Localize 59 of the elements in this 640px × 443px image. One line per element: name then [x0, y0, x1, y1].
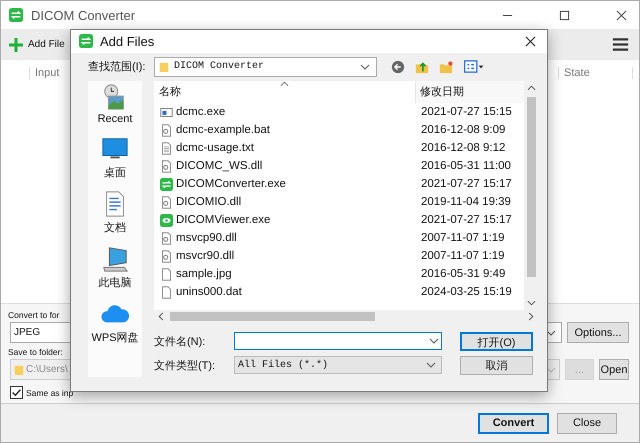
- file-row[interactable]: msvcp90.dll 2007-11-07 1:19: [154, 229, 524, 247]
- file-name: DICOMIO.dll: [176, 196, 242, 208]
- file-row[interactable]: unins000.dat 2024-03-25 15:19: [154, 283, 524, 301]
- file-date: 2007-11-07 1:19: [420, 232, 506, 244]
- file-type-dropdown[interactable]: All Files (*.*): [234, 356, 442, 374]
- file-date: 2021-07-27 15:17: [420, 214, 513, 226]
- place-item[interactable]: Recent: [98, 83, 132, 125]
- column-header[interactable]: Input: [29, 67, 60, 79]
- file-row[interactable]: sample.jpg 2016-05-31 9:49: [154, 265, 524, 283]
- file-date: 2021-07-27 15:15: [420, 106, 513, 118]
- file-row[interactable]: dcmc-usage.txt 2016-12-08 9:12: [154, 139, 524, 157]
- save-to-label: Save to folder:: [8, 347, 63, 357]
- file-row[interactable]: DICOMC_WS.dll 2016-05-31 11:00: [154, 157, 524, 175]
- file-row[interactable]: DICOMConverter.exe 2021-07-27 15:17: [154, 175, 524, 193]
- file-date: 2024-03-25 15:19: [420, 286, 513, 298]
- close-button[interactable]: Close: [557, 412, 617, 434]
- file-row[interactable]: dcmc-example.bat 2016-12-08 9:09: [154, 121, 524, 139]
- place-item[interactable]: 此电脑: [98, 245, 132, 290]
- file-name: msvcr90.dll: [176, 250, 234, 262]
- file-date: 2016-12-08 9:09: [420, 124, 506, 136]
- look-in-label: 查找范围(I):: [88, 60, 146, 74]
- file-date: 2021-07-27 15:17: [420, 178, 513, 190]
- file-type-label: 文件类型(T):: [154, 358, 216, 372]
- file-row[interactable]: DICOMIO.dll 2019-11-04 19:39: [154, 193, 524, 211]
- file-name: sample.jpg: [176, 268, 232, 280]
- file-date: 2019-11-04 19:39: [420, 196, 512, 208]
- file-row[interactable]: msvcr90.dll 2007-11-07 1:19: [154, 247, 524, 265]
- column-header[interactable]: State: [558, 67, 633, 79]
- file-date: 2016-05-31 11:00: [420, 160, 512, 172]
- file-name: DICOMViewer.exe: [176, 214, 270, 226]
- file-name: unins000.dat: [176, 286, 242, 298]
- options-button[interactable]: Options...: [567, 322, 629, 343]
- file-row[interactable]: DICOMViewer.exe 2021-07-27 15:17: [154, 211, 524, 229]
- file-date: 2007-11-07 1:19: [420, 250, 506, 262]
- column-header[interactable]: 修改日期: [415, 81, 524, 103]
- place-item[interactable]: 文档: [101, 190, 129, 235]
- dialog-title: Add Files: [100, 34, 154, 49]
- window-title: DICOM Converter: [31, 8, 136, 22]
- place-item[interactable]: 桌面: [101, 135, 129, 180]
- file-name-label: 文件名(N):: [154, 334, 206, 348]
- file-row[interactable]: dcmc.exe 2021-07-27 15:15: [154, 103, 524, 121]
- file-name: dcmc-example.bat: [176, 124, 270, 136]
- convert-button[interactable]: Convert: [478, 412, 549, 434]
- column-header[interactable]: 名称: [154, 81, 415, 103]
- file-name: dcmc-usage.txt: [176, 142, 254, 154]
- convert-to-label: Convert to for: [8, 310, 60, 320]
- look-in-dropdown[interactable]: DICOM Converter: [154, 56, 377, 77]
- file-name: msvcp90.dll: [176, 232, 237, 244]
- file-name: dcmc.exe: [176, 106, 226, 118]
- file-name: DICOMConverter.exe: [176, 178, 286, 190]
- file-date: 2016-05-31 9:49: [420, 268, 506, 280]
- add-files-button[interactable]: Add File: [7, 36, 66, 54]
- open-button[interactable]: Open: [599, 359, 629, 380]
- open-button[interactable]: 打开(O): [460, 332, 533, 350]
- same-as-input-checkbox[interactable]: Same as inp: [10, 386, 74, 399]
- file-name: DICOMC_WS.dll: [176, 160, 262, 172]
- place-item[interactable]: WPS网盘: [91, 300, 139, 345]
- file-date: 2016-12-08 9:12: [420, 142, 506, 154]
- cancel-button[interactable]: 取消: [460, 356, 533, 374]
